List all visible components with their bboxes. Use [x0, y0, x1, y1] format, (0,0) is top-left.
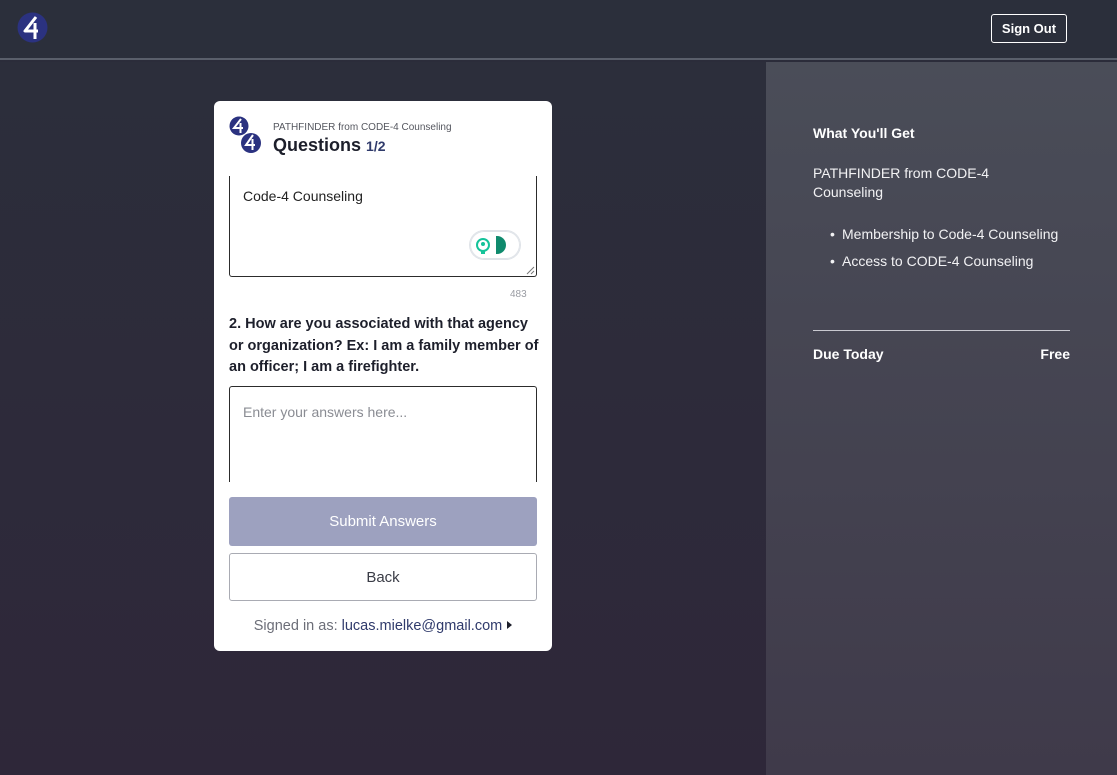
- questions-card: PATHFINDER from CODE-4 Counseling Questi…: [214, 101, 552, 651]
- title-text: Questions: [273, 135, 362, 155]
- page-title: Questions 1/2: [273, 135, 386, 156]
- list-item: Access to CODE-4 Counseling: [830, 248, 1060, 275]
- summary-heading: What You'll Get: [813, 125, 915, 141]
- top-bar: Sign Out: [0, 0, 1117, 60]
- char-count: 483: [510, 289, 527, 300]
- signed-in-info: Signed in as: lucas.mielke@gmail.com: [214, 618, 552, 634]
- order-summary-panel: What You'll Get PATHFINDER from CODE-4 C…: [766, 62, 1117, 775]
- question-2-label: 2. How are you associated with that agen…: [229, 316, 539, 375]
- account-email-link[interactable]: lucas.mielke@gmail.com: [342, 618, 503, 634]
- signed-in-prefix: Signed in as:: [253, 618, 338, 634]
- due-today-value: Free: [1040, 346, 1070, 362]
- summary-benefits-list: Membership to Code-4 Counseling Access t…: [830, 221, 1060, 275]
- answer-1-field[interactable]: Code-4 Counseling: [229, 176, 537, 277]
- answer-2-field[interactable]: Enter your answers here...: [229, 386, 537, 482]
- back-button[interactable]: Back: [229, 553, 537, 601]
- card-subtitle: PATHFINDER from CODE-4 Counseling: [273, 122, 452, 133]
- resize-handle-icon[interactable]: [525, 265, 535, 275]
- caret-right-icon[interactable]: [507, 621, 513, 629]
- list-item: Membership to Code-4 Counseling: [830, 221, 1060, 248]
- question-progress: 1/2: [366, 138, 386, 154]
- due-today-label: Due Today: [813, 346, 884, 362]
- grammarly-icon[interactable]: [470, 231, 520, 259]
- divider: [813, 330, 1070, 331]
- submit-answers-button[interactable]: Submit Answers: [229, 497, 537, 546]
- code4-badge-icon: [229, 116, 261, 153]
- summary-product-name: PATHFINDER from CODE-4 Counseling: [813, 165, 990, 200]
- sign-out-button[interactable]: Sign Out: [991, 14, 1067, 43]
- code4-logo-icon[interactable]: [17, 12, 48, 43]
